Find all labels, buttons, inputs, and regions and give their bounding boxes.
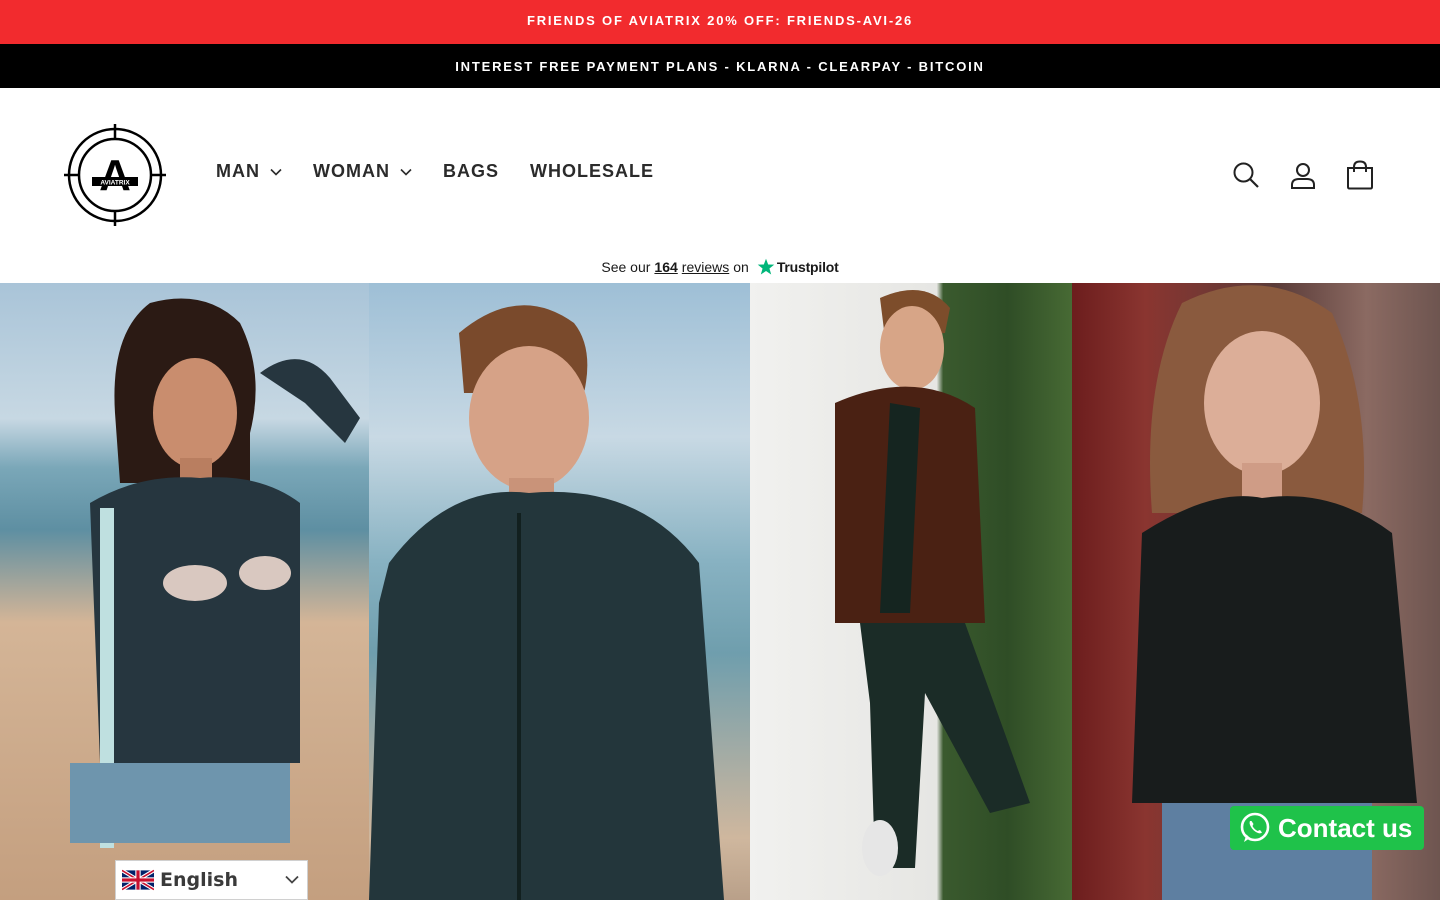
review-count[interactable]: 164 <box>654 259 677 275</box>
site-header: A AVIATRIX MAN WOMAN BAGS WHOLESALE <box>0 88 1440 261</box>
search-icon <box>1233 162 1259 188</box>
nav-item-bags-label: BAGS <box>442 161 499 181</box>
hero-banner[interactable] <box>0 283 1440 900</box>
trustpilot-star-icon <box>757 258 775 275</box>
model-figure <box>369 305 724 900</box>
trustpilot-prefix: See our <box>601 259 651 275</box>
nav-item-woman[interactable]: WOMAN <box>313 161 412 182</box>
search-button[interactable] <box>1228 157 1264 193</box>
svg-text:AVIATRIX: AVIATRIX <box>100 180 130 187</box>
promo-text: FRIENDS OF AVIATRIX 20% OFF: FRIENDS-AVI… <box>526 12 914 28</box>
nav-item-wholesale[interactable]: WHOLESALE <box>530 161 654 182</box>
language-label: English <box>160 869 238 891</box>
nav-item-wholesale-label: WHOLESALE <box>530 161 654 181</box>
cart-icon <box>1347 160 1373 190</box>
chevron-down-icon <box>400 168 412 176</box>
svg-text:A: A <box>99 151 131 200</box>
trustpilot-logo[interactable]: Trustpilot <box>757 258 839 276</box>
nav-item-bags[interactable]: BAGS <box>443 161 499 182</box>
whatsapp-contact-button[interactable]: Contact us <box>1230 806 1424 850</box>
cart-button[interactable] <box>1342 157 1378 193</box>
promo-announcement-bar: FRIENDS OF AVIATRIX 20% OFF: FRIENDS-AVI… <box>0 0 1440 44</box>
uk-flag-icon <box>122 868 154 892</box>
reviews-link[interactable]: reviews <box>682 259 729 275</box>
payment-announcement-bar: INTEREST FREE PAYMENT PLANS - KLARNA - C… <box>0 44 1440 88</box>
payment-text: INTEREST FREE PAYMENT PLANS - KLARNA - C… <box>455 58 985 74</box>
hero-image-woman-racing-jacket <box>0 283 369 900</box>
header-icons <box>1207 157 1378 193</box>
contact-label: Contact us <box>1278 812 1413 843</box>
model-figure <box>70 298 360 848</box>
model-figure <box>835 290 1030 876</box>
trustpilot-brand: Trustpilot <box>776 259 839 275</box>
nav-item-man[interactable]: MAN <box>216 161 282 182</box>
trustpilot-on: on <box>733 259 749 275</box>
main-nav: MAN WOMAN BAGS WHOLESALE <box>216 161 685 182</box>
trustpilot-widget[interactable]: See our 164 reviews on Trustpilot <box>0 258 1440 276</box>
hero-image-man-brown-blazer <box>750 283 1072 900</box>
aviatrix-logo[interactable]: A AVIATRIX <box>64 124 166 226</box>
nav-item-man-label: MAN <box>216 161 260 181</box>
nav-item-woman-label: WOMAN <box>313 161 390 181</box>
whatsapp-icon <box>1240 812 1270 842</box>
chevron-down-icon <box>270 168 282 176</box>
language-selector[interactable]: English <box>115 860 308 900</box>
chevron-down-icon <box>285 875 299 884</box>
account-icon <box>1291 163 1315 189</box>
account-button[interactable] <box>1285 157 1321 193</box>
hero-image-man-green-jacket <box>369 283 750 900</box>
